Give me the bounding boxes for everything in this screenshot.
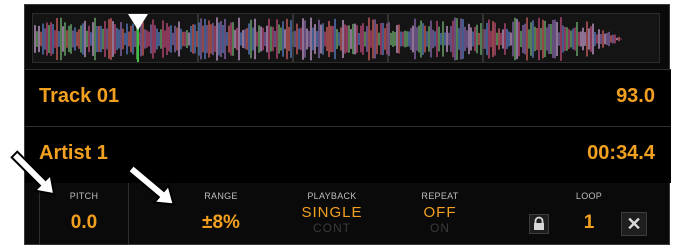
lock-button[interactable] [529,214,549,234]
playback-label: PLAYBACK [307,191,357,201]
repeat-label: REPEAT [421,191,459,201]
playback-cont[interactable]: CONT [277,221,387,235]
pitch-value: 0.0 [70,212,98,233]
waveform-overview[interactable] [32,13,660,63]
repeat-control[interactable]: REPEAT OFF ON [400,183,480,245]
loop-control[interactable]: LOOP 1 [561,183,617,245]
repeat-on[interactable]: ON [400,221,480,235]
track-row: Track 01 93.0 [25,69,671,126]
loop-label: LOOP [575,191,603,201]
waveform-graphic [34,14,622,62]
track-title: Track 01 [39,85,120,107]
close-icon: ✕ [626,214,642,234]
playback-single[interactable]: SINGLE [277,204,387,221]
playback-control[interactable]: PLAYBACK SINGLE CONT [277,183,387,245]
arrow-annotation-pitch [10,150,56,196]
repeat-off[interactable]: OFF [400,204,480,221]
bpm-value: 93.0 [616,85,655,107]
time-display: 00:34.4 [587,142,655,164]
close-button[interactable]: ✕ [621,212,647,236]
lock-icon [534,216,544,230]
arrow-annotation-range [126,163,176,206]
loop-value: 1 [583,212,595,233]
